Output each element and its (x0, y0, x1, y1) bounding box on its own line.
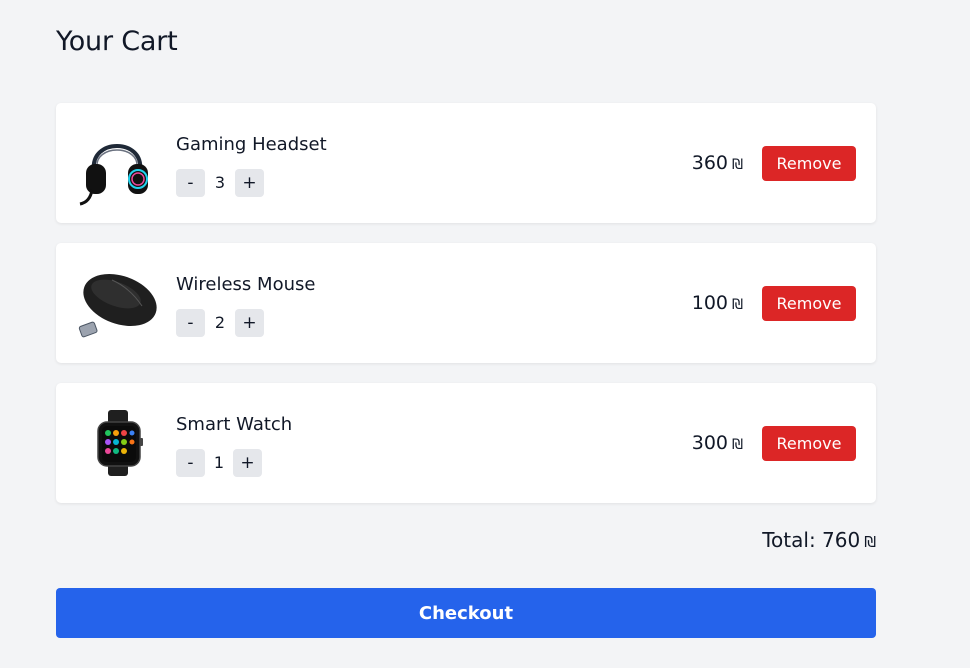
cart-item-wireless-mouse: Wireless Mouse - 2 + 100 ₪ Remove (56, 243, 876, 363)
cart-item-smart-watch: Smart Watch - 1 + 300 ₪ Remove (56, 383, 876, 503)
currency-symbol: ₪ (732, 437, 743, 453)
remove-button[interactable]: Remove (762, 146, 856, 181)
decrease-quantity-button[interactable]: - (176, 169, 205, 197)
increase-quantity-button[interactable]: + (233, 449, 262, 477)
total-label: Total: (762, 528, 816, 552)
item-name: Wireless Mouse (176, 274, 316, 295)
quantity-value: 2 (214, 313, 226, 332)
increase-quantity-button[interactable]: + (235, 169, 264, 197)
headset-image (72, 118, 162, 208)
quantity-value: 3 (214, 173, 226, 192)
price-value: 360 (691, 152, 729, 174)
checkout-button[interactable]: Checkout (56, 588, 876, 638)
cart-total: Total: 760 ₪ (762, 526, 876, 556)
quantity-stepper: - 2 + (176, 309, 264, 337)
item-price: 360 ₪ (692, 151, 743, 177)
remove-button[interactable]: Remove (762, 426, 856, 461)
smartwatch-image (72, 398, 162, 488)
remove-button[interactable]: Remove (762, 286, 856, 321)
currency-symbol: ₪ (732, 297, 743, 313)
price-value: 300 (691, 432, 729, 454)
page-title: Your Cart (56, 26, 178, 57)
quantity-stepper: - 3 + (176, 169, 264, 197)
currency-symbol: ₪ (732, 157, 743, 173)
item-name: Smart Watch (176, 414, 293, 435)
quantity-stepper: - 1 + (176, 449, 262, 477)
mouse-image (72, 258, 162, 348)
decrease-quantity-button[interactable]: - (176, 309, 205, 337)
total-currency-symbol: ₪ (864, 533, 876, 551)
price-value: 100 (691, 292, 729, 314)
decrease-quantity-button[interactable]: - (176, 449, 205, 477)
quantity-value: 1 (213, 453, 225, 472)
increase-quantity-button[interactable]: + (235, 309, 264, 337)
total-value: 760 (822, 528, 861, 552)
item-price: 100 ₪ (692, 291, 743, 317)
cart-item-gaming-headset: Gaming Headset - 3 + 360 ₪ Remove (56, 103, 876, 223)
item-price: 300 ₪ (692, 431, 743, 457)
item-name: Gaming Headset (176, 134, 327, 155)
